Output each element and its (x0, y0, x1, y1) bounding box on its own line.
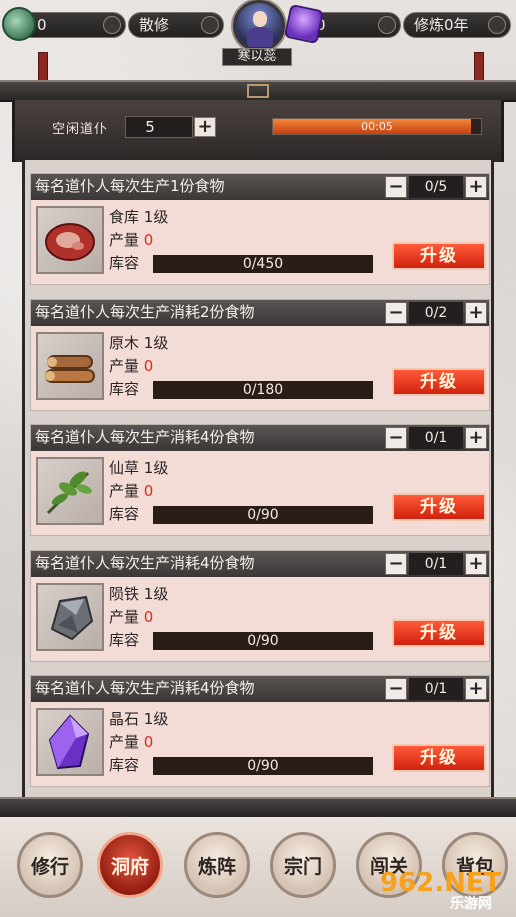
upgrade-button[interactable]: 升级 (392, 367, 486, 396)
cultivation-corner-icon (488, 16, 506, 34)
iron-icon (38, 595, 102, 653)
output-value: 0 (143, 356, 154, 375)
decrease-servant-button[interactable]: − (385, 552, 407, 575)
output-label: 产量 (109, 733, 140, 751)
item-frame (36, 206, 104, 274)
upgrade-button[interactable]: 升级 (392, 744, 486, 772)
upgrade-button[interactable]: 升级 (392, 242, 486, 270)
storage-label: 库容 (109, 379, 140, 398)
resource-card: 每名道仆人每次生产消耗2份食物 − 0/2 + 原木 1级 产量 0 库容 0/… (30, 298, 490, 411)
item-level: 1级 (143, 333, 169, 352)
storage-value: 0/90 (153, 631, 373, 650)
item-level: 1级 (143, 710, 169, 728)
increase-servant-button[interactable]: + (465, 176, 487, 198)
item-name: 食库 (109, 208, 140, 226)
item-name: 晶石 (109, 710, 140, 728)
coin-value: 0 (37, 16, 47, 34)
idle-servants-label: 空闲道仆 (52, 122, 109, 137)
storage-value: 0/180 (153, 380, 373, 399)
item-name: 陨铁 (109, 584, 140, 603)
item-frame (36, 708, 104, 776)
avatar-robe (247, 27, 273, 47)
resource-card: 每名道仆人每次生产1份食物 − 0/5 + 食库 1级 产量 0 库容 0/45… (30, 173, 490, 285)
output-value: 0 (143, 482, 154, 500)
increase-servant-button[interactable]: + (465, 678, 487, 700)
output-label: 产量 (109, 607, 140, 626)
role-corner-icon (201, 16, 219, 34)
assigned-count: 0/1 (409, 678, 463, 700)
character-name: 寒以蕊 (222, 48, 292, 66)
upgrade-button[interactable]: 升级 (392, 618, 486, 647)
item-level: 1级 (143, 459, 169, 477)
assigned-count: 0/5 (409, 176, 463, 198)
resource-card: 每名道仆人每次生产消耗4份食物 − 0/1 + 仙草 1级 产量 0 库容 0/… (30, 424, 490, 536)
storage-label: 库容 (109, 254, 140, 272)
item-frame (36, 331, 104, 402)
nav-button[interactable]: 炼阵 (184, 832, 250, 898)
crystal-icon (38, 714, 102, 778)
decrease-servant-button[interactable]: − (385, 678, 407, 700)
assigned-count: 0/1 (409, 427, 463, 449)
decrease-servant-button[interactable]: − (385, 301, 407, 324)
purple-gem-icon (283, 3, 325, 45)
roof-ornament-icon (247, 84, 269, 98)
output-value: 0 (143, 733, 154, 751)
output-value: 0 (143, 607, 154, 626)
item-name: 仙草 (109, 459, 140, 477)
watermark-sub: 乐游网 (450, 896, 492, 912)
coin-add-icon[interactable] (103, 16, 121, 34)
output-label: 产量 (109, 356, 140, 375)
cultivation-label: 修炼0年 (414, 16, 469, 34)
item-level: 1级 (143, 584, 169, 603)
storage-label: 库容 (109, 505, 140, 523)
output-label: 产量 (109, 231, 140, 249)
timer-text: 00:05 (361, 120, 393, 133)
nav-button[interactable]: 洞府 (97, 832, 163, 898)
add-servant-button[interactable]: + (194, 117, 216, 137)
resource-card: 每名道仆人每次生产消耗4份食物 − 0/1 + 陨铁 1级 产量 0 库容 0/… (30, 549, 490, 662)
storage-value: 0/90 (153, 757, 373, 775)
storage-label: 库容 (109, 756, 140, 774)
increase-servant-button[interactable]: + (465, 301, 487, 324)
item-frame (36, 457, 104, 525)
upgrade-button[interactable]: 升级 (392, 493, 486, 521)
cultivation-badge: 修炼0年 (403, 12, 511, 38)
jade-coin-icon (2, 7, 36, 41)
assigned-count: 0/1 (409, 552, 463, 575)
item-name: 原木 (109, 333, 140, 352)
herb-icon (38, 471, 102, 527)
increase-servant-button[interactable]: + (465, 552, 487, 575)
avatar[interactable] (233, 0, 285, 52)
top-bar: 0 散修 寒以蕊 0 修炼0年 (0, 0, 516, 66)
assigned-count: 0/2 (409, 301, 463, 324)
production-timer-bar: 00:05 (272, 118, 482, 135)
decrease-servant-button[interactable]: − (385, 176, 407, 198)
nav-button[interactable]: 修行 (17, 832, 83, 898)
gem-add-icon[interactable] (378, 16, 396, 34)
item-frame (36, 582, 104, 653)
storage-value: 0/90 (153, 506, 373, 524)
idle-servants-count: 5 (125, 116, 193, 138)
bottom-beam (0, 797, 516, 817)
increase-servant-button[interactable]: + (465, 427, 487, 449)
role-badge: 散修 (128, 12, 224, 38)
output-label: 产量 (109, 482, 140, 500)
wood-icon (38, 354, 102, 402)
output-value: 0 (143, 231, 154, 249)
role-label: 散修 (139, 16, 170, 34)
resource-card: 每名道仆人每次生产消耗4份食物 − 0/1 + 晶石 1级 产量 0 库容 0/… (30, 675, 490, 787)
nav-button[interactable]: 宗门 (270, 832, 336, 898)
item-level: 1级 (143, 208, 169, 226)
avatar-face (253, 11, 267, 27)
meat-icon (38, 223, 102, 276)
decrease-servant-button[interactable]: − (385, 427, 407, 449)
storage-label: 库容 (109, 630, 140, 649)
storage-value: 0/450 (153, 255, 373, 273)
